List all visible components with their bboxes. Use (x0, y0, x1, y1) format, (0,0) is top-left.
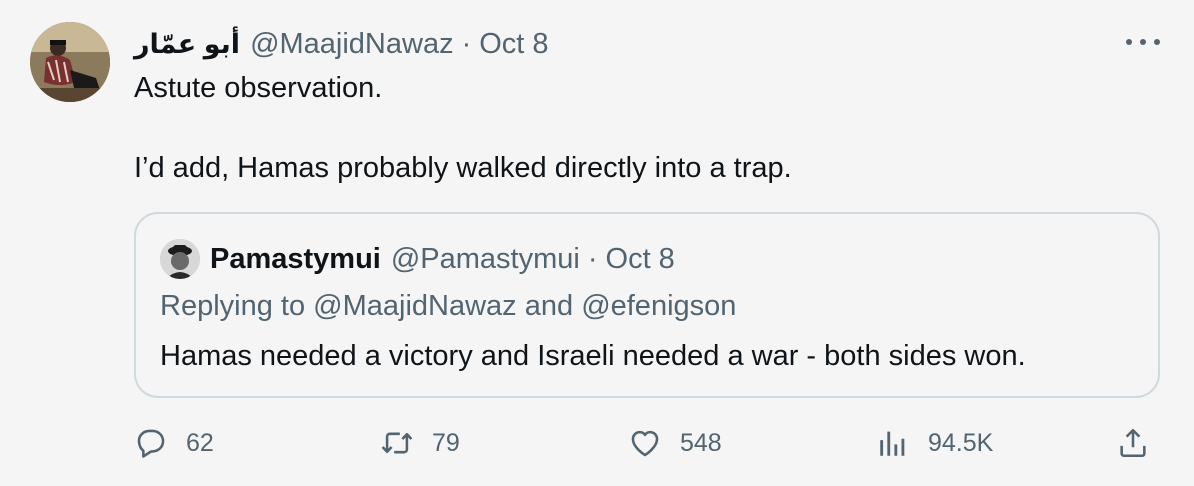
like-count: 548 (680, 428, 722, 457)
quoted-handle[interactable]: @Pamastymui (391, 243, 580, 276)
reply-count: 62 (186, 428, 214, 457)
separator-dot: · (461, 27, 472, 60)
replying-prefix: Replying to (160, 290, 306, 322)
share-icon (1120, 428, 1146, 458)
views-count: 94.5K (928, 428, 994, 457)
quoted-header: Pamastymui @Pamastymui · Oct 8 (210, 240, 675, 278)
more-dot (1126, 39, 1132, 45)
action-bar: 62 79 548 94.5K (134, 420, 1164, 466)
views-button[interactable]: 94.5K (876, 420, 993, 466)
share-button[interactable] (1116, 420, 1150, 466)
avatar-image (30, 22, 110, 102)
like-button[interactable]: 548 (628, 420, 722, 466)
avatar[interactable] (30, 22, 110, 102)
tweet-text-line-2: I’d add, Hamas probably walked directly … (134, 152, 792, 184)
views-icon (880, 431, 905, 456)
reply-button[interactable]: 62 (134, 420, 214, 466)
retweet-button[interactable]: 79 (380, 420, 460, 466)
quoted-separator-dot: · (587, 242, 598, 275)
quoted-text: Hamas needed a victory and Israeli neede… (160, 340, 1026, 372)
tweet-header: أبو عمّار @MaajidNawaz · Oct 8 (134, 24, 549, 64)
more-dot (1140, 39, 1146, 45)
replying-user-2[interactable]: @efenigson (581, 290, 736, 322)
heart-icon (631, 430, 659, 457)
retweet-icon (381, 432, 413, 454)
replying-user-1[interactable]: @MaajidNawaz (313, 290, 517, 322)
tweet-text-line-1: Astute observation. (134, 72, 383, 104)
display-name[interactable]: أبو عمّار (134, 29, 240, 60)
more-dot (1154, 39, 1160, 45)
tweet-date[interactable]: Oct 8 (479, 28, 548, 61)
replying-to: Replying to @MaajidNawaz and @efenigson (160, 288, 736, 324)
replying-and: and (524, 290, 574, 322)
quoted-avatar[interactable] (160, 239, 200, 279)
user-handle[interactable]: @MaajidNawaz (250, 28, 454, 61)
quoted-display-name[interactable]: Pamastymui (210, 243, 381, 276)
retweet-count: 79 (432, 428, 460, 457)
quoted-tweet[interactable]: Pamastymui @Pamastymui · Oct 8 Replying … (134, 212, 1160, 398)
quoted-date[interactable]: Oct 8 (606, 243, 675, 276)
more-dots-icon[interactable] (1126, 32, 1160, 52)
reply-icon (137, 429, 165, 458)
tweet: أبو عمّار @MaajidNawaz · Oct 8 Astute ob… (0, 0, 1194, 486)
quoted-avatar-image (160, 239, 200, 279)
